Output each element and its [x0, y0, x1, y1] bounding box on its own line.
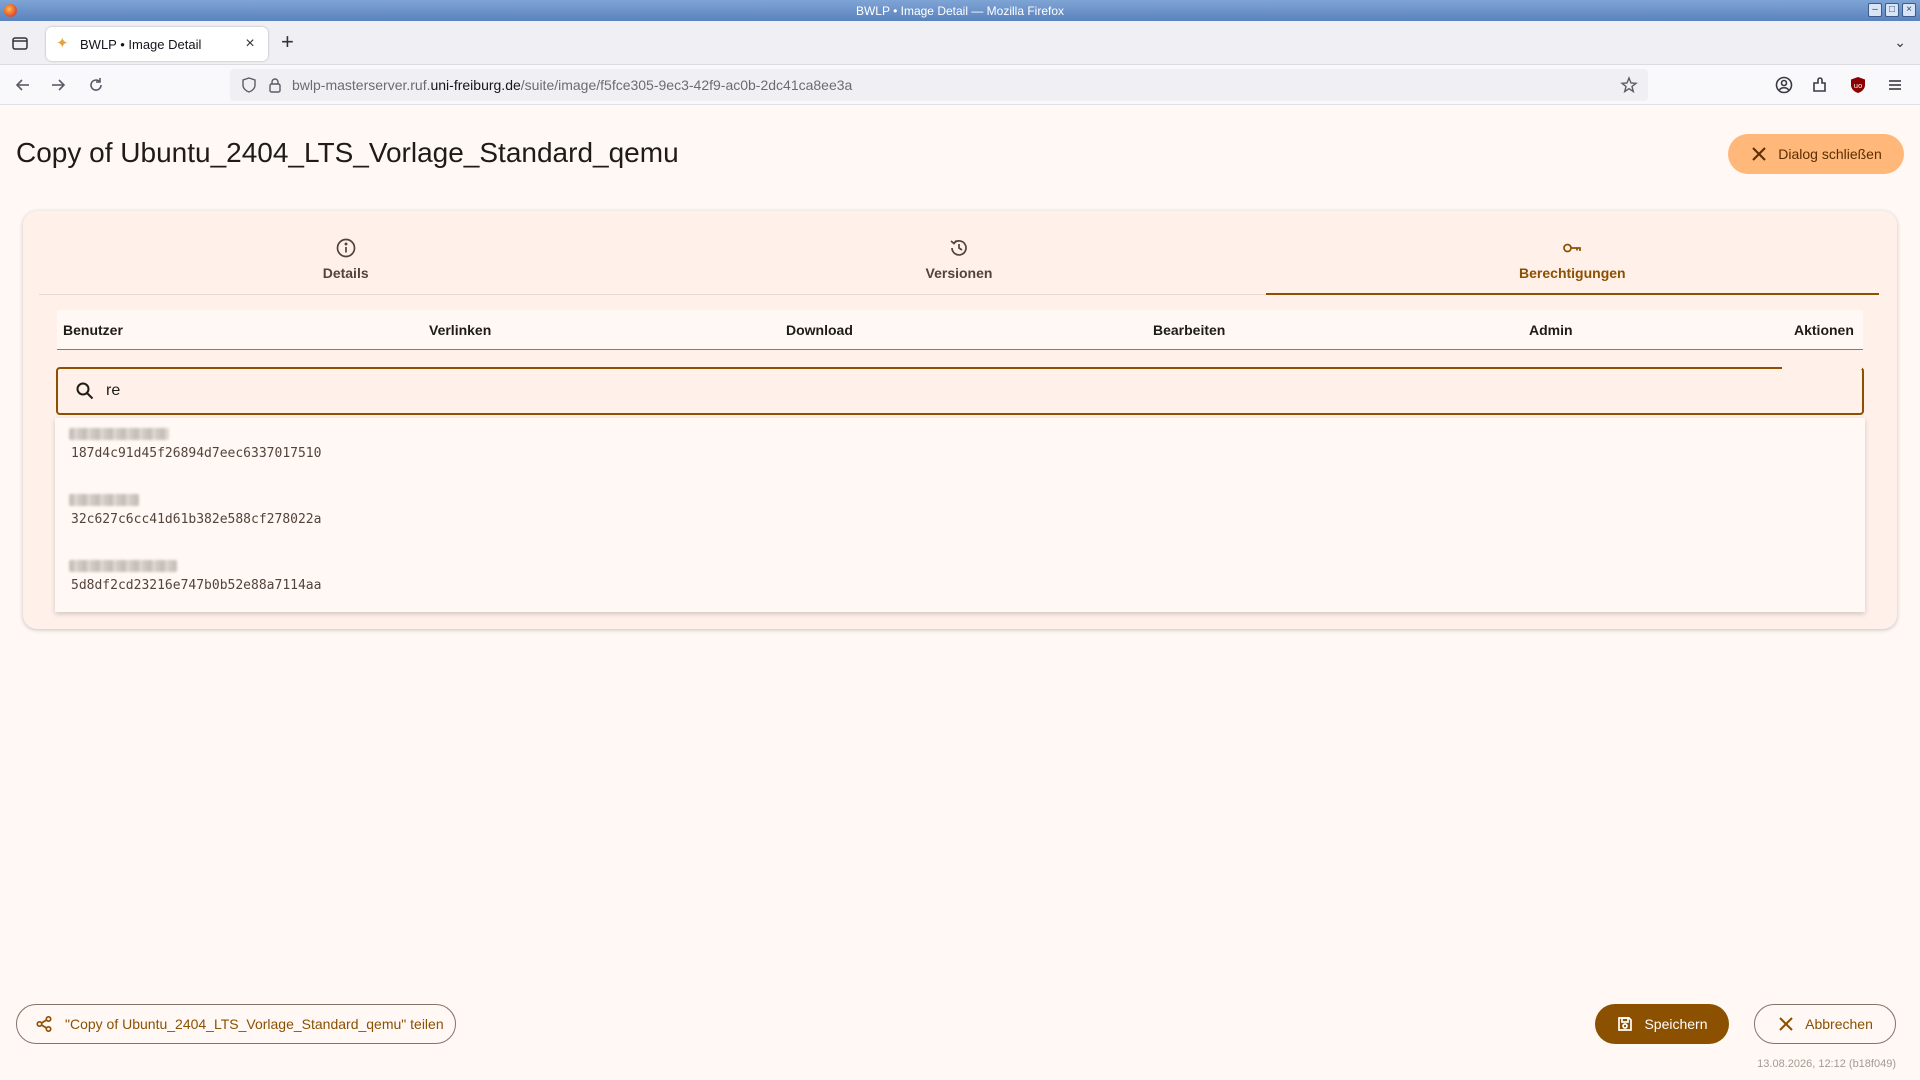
maximize-icon[interactable]: □ [1885, 3, 1899, 17]
user-id: 187d4c91d45f26894d7eec6337017510 [71, 446, 322, 461]
browser-navbar: bwlp-masterserver.ruf. uni-freiburg.de/su… [0, 65, 1920, 105]
build-info: 13.08.2026, 12:12 (b18f049) [1757, 1058, 1896, 1070]
search-icon [76, 382, 94, 400]
close-dialog-button[interactable]: Dialog schließen [1728, 134, 1904, 174]
key-icon [1563, 243, 1582, 252]
ublock-shield-icon[interactable]: uo [1848, 75, 1868, 95]
back-icon[interactable] [13, 75, 33, 95]
user-id: 32c627c6cc41d61b382e588cf278022a [71, 512, 322, 527]
save-icon [1618, 1017, 1633, 1031]
close-icon [1779, 1017, 1793, 1031]
tab-berechtigungen[interactable]: Berechtigungen [1265, 223, 1880, 295]
account-icon[interactable] [1774, 75, 1794, 95]
url-path: /suite/image/f5fce305-9ec3-42f9-ac0b-2dc… [520, 77, 853, 93]
image-detail-card: Details Versionen Berechtigungen Benutze… [23, 211, 1897, 629]
extensions-icon[interactable] [1810, 75, 1830, 95]
share-icon [36, 1015, 52, 1033]
share-image-button[interactable]: "Copy of Ubuntu_2404_LTS_Vorlage_Standar… [16, 1004, 456, 1044]
save-label: Speichern [1644, 1016, 1708, 1032]
url-bar[interactable]: bwlp-masterserver.ruf. uni-freiburg.de/su… [230, 69, 1648, 101]
column-header-benutzer: Benutzer [63, 322, 123, 338]
cancel-button[interactable]: Abbrechen [1754, 1004, 1896, 1044]
window-titlebar: BWLP • Image Detail — Mozilla Firefox – … [0, 0, 1920, 21]
list-item[interactable]: 5d8df2cd23216e747b0b52e88a7114aa [55, 550, 1865, 612]
browser-tab-title: BWLP • Image Detail [80, 36, 202, 52]
user-search-results: 187d4c91d45f26894d7eec6337017510 32c627c… [55, 418, 1865, 612]
reload-icon[interactable] [86, 75, 106, 95]
bookmark-star-icon[interactable] [1620, 76, 1638, 94]
firefox-logo-icon [4, 4, 17, 17]
tab-versionen-label: Versionen [925, 264, 993, 281]
window-close-icon[interactable]: × [1902, 3, 1916, 17]
share-label: "Copy of Ubuntu_2404_LTS_Vorlage_Standar… [65, 1016, 444, 1032]
close-dialog-label: Dialog schließen [1778, 146, 1882, 162]
redacted-user-name [69, 560, 177, 572]
permissions-table-header: Benutzer Verlinken Download Bearbeiten A… [57, 310, 1863, 350]
redacted-user-name [69, 494, 139, 506]
bwlp-favicon-icon: ✦ [56, 35, 69, 52]
url-host: uni-freiburg.de [430, 77, 521, 93]
column-header-verlinken: Verlinken [429, 322, 492, 338]
detail-tabs: Details Versionen Berechtigungen [39, 223, 1880, 295]
lock-icon[interactable] [266, 76, 284, 94]
tab-versionen[interactable]: Versionen [652, 223, 1265, 294]
cancel-label: Abbrechen [1805, 1016, 1873, 1032]
search-label-notch [1782, 367, 1862, 369]
minimize-icon[interactable]: – [1868, 3, 1882, 17]
browser-tab-strip: ✦ BWLP • Image Detail × + ⌄ [0, 21, 1920, 65]
redacted-user-name [69, 428, 169, 440]
tab-berechtigungen-label: Berechtigungen [1519, 264, 1626, 281]
window-title: BWLP • Image Detail — Mozilla Firefox [855, 3, 1065, 18]
chevron-down-icon[interactable]: ⌄ [1894, 34, 1906, 51]
user-search-field[interactable] [56, 367, 1864, 415]
url-prefix: bwlp-masterserver.ruf. [292, 77, 431, 93]
close-icon [1752, 147, 1766, 161]
list-all-tabs-icon[interactable] [11, 34, 29, 52]
window-controls: – □ × [1868, 3, 1916, 17]
page-title: Copy of Ubuntu_2404_LTS_Vorlage_Standard… [16, 137, 679, 168]
column-header-admin: Admin [1529, 322, 1573, 338]
shield-icon[interactable] [240, 76, 258, 94]
list-item[interactable]: 32c627c6cc41d61b382e588cf278022a [55, 484, 1865, 550]
tab-details[interactable]: Details [39, 223, 652, 294]
browser-tab[interactable]: ✦ BWLP • Image Detail × [46, 27, 268, 61]
column-header-bearbeiten: Bearbeiten [1153, 322, 1226, 338]
tab-details-label: Details [322, 264, 369, 281]
column-header-download: Download [786, 322, 853, 338]
user-id: 5d8df2cd23216e747b0b52e88a7114aa [71, 578, 322, 593]
forward-icon[interactable] [48, 75, 68, 95]
svg-text:uo: uo [1854, 82, 1863, 90]
save-button[interactable]: Speichern [1595, 1004, 1729, 1044]
list-item[interactable]: 187d4c91d45f26894d7eec6337017510 [55, 418, 1865, 484]
info-icon [336, 238, 356, 257]
menu-icon[interactable] [1885, 75, 1905, 95]
new-tab-icon[interactable]: + [281, 31, 294, 53]
column-header-aktionen: Aktionen [1794, 322, 1854, 338]
tab-close-icon[interactable]: × [242, 35, 258, 53]
history-icon [950, 239, 967, 256]
user-search-input[interactable] [106, 382, 1806, 400]
